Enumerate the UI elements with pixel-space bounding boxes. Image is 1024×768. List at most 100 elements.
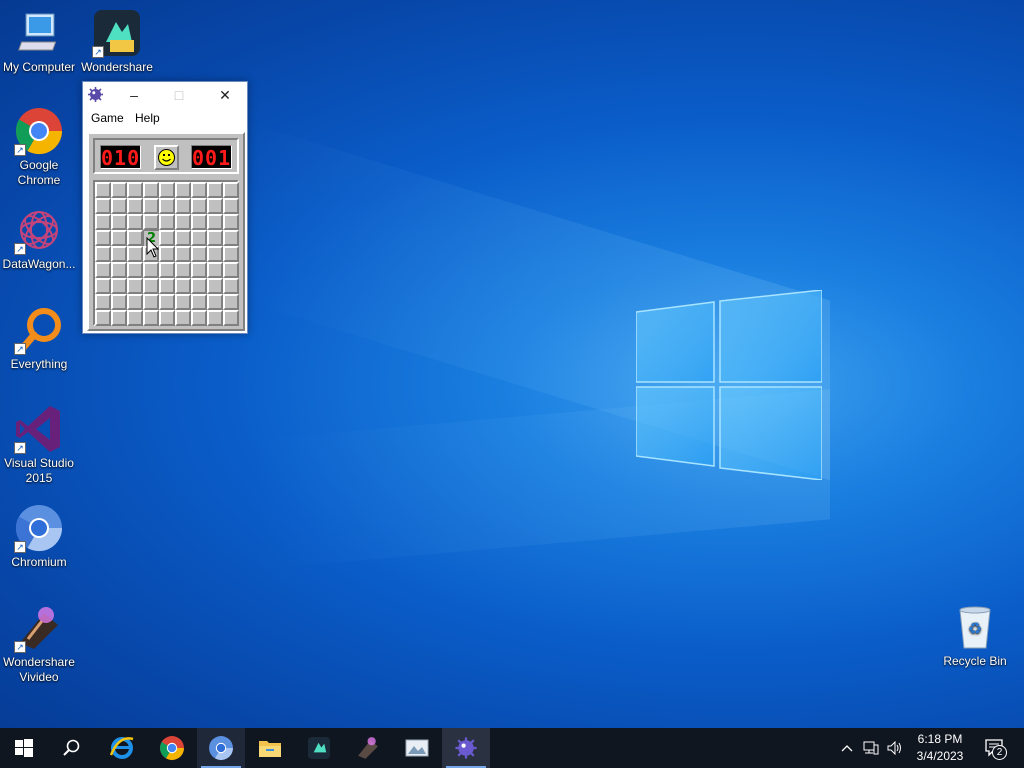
desktop-icon-everything[interactable]: ↗ Everything [0,305,78,372]
taskbar-chrome[interactable] [148,728,196,768]
mine-cell[interactable] [95,246,111,262]
mine-cell[interactable] [223,182,239,198]
mine-cell[interactable] [95,214,111,230]
mine-cell[interactable] [175,182,191,198]
mine-cell[interactable] [111,182,127,198]
minimize-button[interactable]: – [123,85,145,105]
mine-cell[interactable] [159,278,175,294]
mine-cell[interactable] [191,230,207,246]
mine-cell[interactable] [175,310,191,326]
mine-cell[interactable] [159,294,175,310]
start-button[interactable] [0,728,48,768]
mine-cell[interactable] [111,246,127,262]
mine-cell[interactable] [127,294,143,310]
mine-cell[interactable] [95,198,111,214]
network-button[interactable] [860,728,882,768]
desktop-icon-chromium[interactable]: ↗ Chromium [0,503,78,570]
mine-cell[interactable] [223,246,239,262]
minesweeper-window[interactable]: – □ ✕ Game Help 010 001 2 [82,81,248,334]
taskbar-filmora[interactable] [295,728,343,768]
mine-cell[interactable] [175,262,191,278]
mine-cell[interactable] [191,214,207,230]
taskbar-file-explorer[interactable] [246,728,294,768]
show-hidden-icons-button[interactable] [836,728,858,768]
mine-cell[interactable] [143,310,159,326]
mine-cell[interactable] [159,262,175,278]
mine-cell[interactable] [111,230,127,246]
maximize-button[interactable]: □ [168,85,190,105]
mine-cell[interactable] [175,230,191,246]
action-center-button[interactable]: 2 [978,728,1012,768]
menu-help[interactable]: Help [135,111,160,125]
mine-cell[interactable] [127,214,143,230]
title-bar[interactable]: – □ ✕ [83,82,247,108]
mine-cell[interactable] [175,246,191,262]
mine-cell[interactable] [95,278,111,294]
mine-cell[interactable] [143,278,159,294]
desktop-icon-filmora[interactable]: ↗ Wondershare Filmora [78,8,156,75]
volume-button[interactable] [884,728,906,768]
taskbar-chromium[interactable] [197,728,245,768]
mine-cell[interactable] [191,246,207,262]
mine-cell[interactable] [207,182,223,198]
taskbar-vivideo[interactable] [344,728,392,768]
mine-cell[interactable] [207,198,223,214]
menu-game[interactable]: Game [91,111,124,125]
mine-cell[interactable] [159,182,175,198]
mine-cell[interactable] [127,278,143,294]
mine-cell[interactable] [191,198,207,214]
mine-cell[interactable] [95,294,111,310]
mine-cell[interactable] [207,278,223,294]
mine-cell[interactable] [95,230,111,246]
mine-cell[interactable] [143,294,159,310]
desktop-icon-visual-studio[interactable]: ↗ Visual Studio 2015 [0,404,78,486]
mine-cell[interactable] [127,310,143,326]
desktop-icon-datawagon[interactable]: ↗ DataWagon... [0,205,78,272]
mine-cell[interactable] [127,182,143,198]
clock[interactable]: 6:18 PM 3/4/2023 [908,731,972,765]
desktop-icon-vivideo[interactable]: ↗ Wondershare Vivideo [0,603,78,685]
mine-cell[interactable] [223,230,239,246]
mine-cell[interactable] [223,294,239,310]
mine-cell[interactable] [191,262,207,278]
mine-cell[interactable] [159,246,175,262]
mine-grid[interactable]: 2 [93,180,239,326]
mine-cell[interactable] [111,262,127,278]
close-button[interactable]: ✕ [214,85,236,105]
mine-cell[interactable] [111,214,127,230]
mine-cell[interactable] [127,246,143,262]
mine-cell[interactable] [95,310,111,326]
taskbar-minesweeper[interactable] [442,728,490,768]
mine-cell[interactable] [159,230,175,246]
mine-cell[interactable] [223,278,239,294]
mine-cell[interactable] [191,294,207,310]
desktop-icon-recycle-bin[interactable]: ♻ Recycle Bin [936,602,1014,669]
mine-cell[interactable] [207,230,223,246]
mine-cell[interactable] [207,310,223,326]
taskbar-internet-explorer[interactable] [98,728,146,768]
mine-cell[interactable] [175,278,191,294]
mine-cell[interactable] [175,198,191,214]
mine-cell[interactable] [143,182,159,198]
mine-cell[interactable] [111,198,127,214]
mine-cell[interactable] [191,182,207,198]
mine-cell[interactable] [175,214,191,230]
mine-cell[interactable] [159,214,175,230]
desktop-icon-google-chrome[interactable]: ↗ Google Chrome [0,106,78,188]
mine-cell[interactable] [111,294,127,310]
smiley-face-button[interactable] [154,145,179,170]
mine-cell[interactable] [207,214,223,230]
mine-cell[interactable] [111,310,127,326]
mine-cell[interactable] [127,198,143,214]
taskbar-image-viewer[interactable] [393,728,441,768]
mine-cell[interactable] [95,262,111,278]
mine-cell[interactable] [127,262,143,278]
mine-cell[interactable] [191,278,207,294]
mine-cell[interactable] [223,214,239,230]
mine-cell[interactable] [111,278,127,294]
mine-cell[interactable] [143,262,159,278]
mine-cell[interactable] [159,198,175,214]
mine-cell[interactable] [223,310,239,326]
mine-cell[interactable] [159,310,175,326]
mine-cell[interactable] [95,182,111,198]
